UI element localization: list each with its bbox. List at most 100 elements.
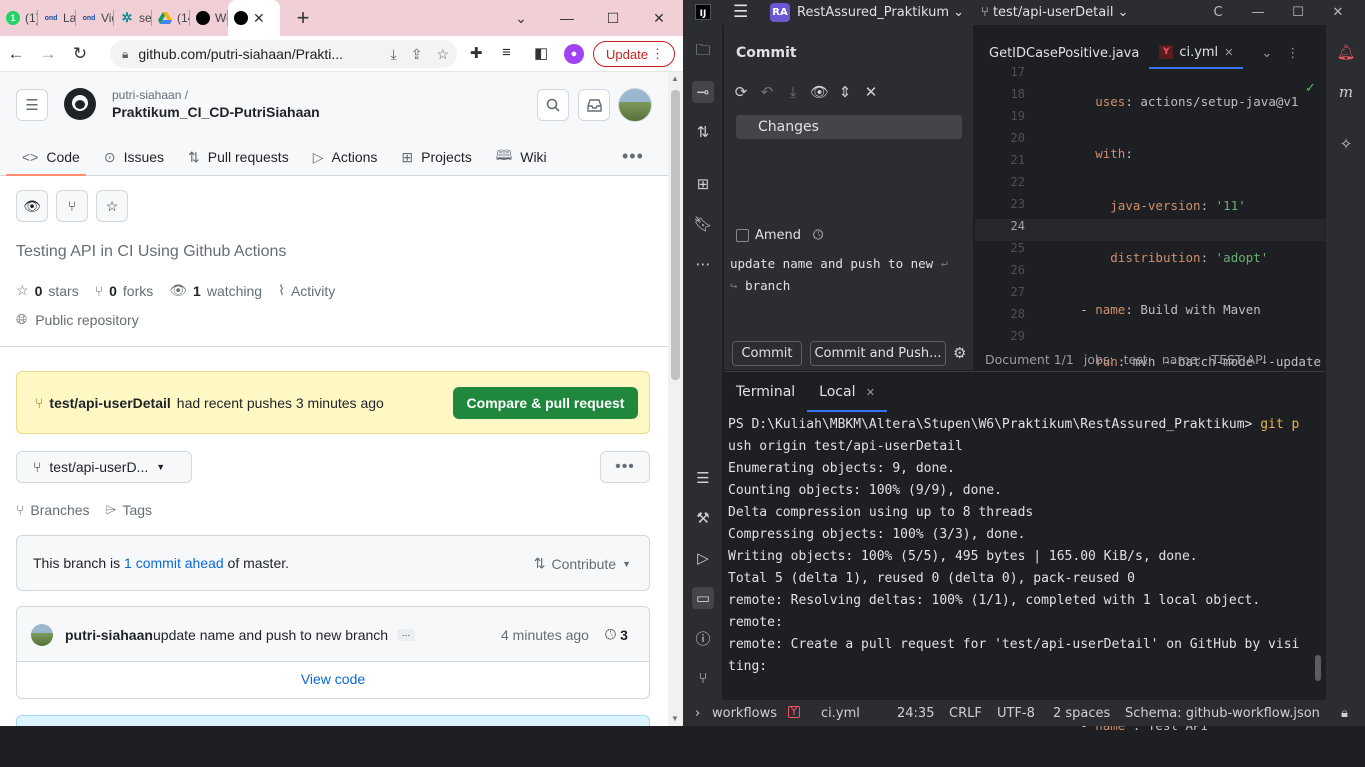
url-field[interactable]: 🔒︎ github.com/putri-siahaan/Prakti... ⤓ …: [110, 40, 457, 68]
share-icon[interactable]: ⇪: [411, 46, 423, 63]
file-encoding[interactable]: UTF-8: [997, 706, 1035, 721]
inbox-button[interactable]: [578, 89, 610, 121]
indent-setting[interactable]: 2 spaces: [1053, 706, 1110, 721]
install-icon[interactable]: ⤓: [391, 46, 397, 63]
tags-link[interactable]: ⌲ Tags: [106, 501, 153, 518]
profile-icon[interactable]: ●: [564, 44, 584, 64]
commit-ahead-link[interactable]: 1 commit ahead: [124, 555, 224, 571]
ai-assistant-icon[interactable]: ✧: [1335, 133, 1357, 155]
browser-tab-active[interactable]: ✕: [228, 0, 280, 36]
changes-node[interactable]: Changes: [736, 115, 962, 139]
browser-tab[interactable]: ond Vid: [76, 0, 114, 36]
user-avatar[interactable]: [618, 88, 652, 122]
main-menu-icon[interactable]: ☰: [733, 2, 748, 22]
bookmark-star-icon[interactable]: ☆: [436, 46, 449, 63]
compare-pull-request-button[interactable]: Compare & pull request: [453, 387, 638, 419]
structure-icon[interactable]: ⊞: [692, 173, 714, 195]
minimize-button[interactable]: —: [544, 10, 590, 26]
commit-message[interactable]: update name and push to new branch: [153, 627, 388, 643]
line-separator[interactable]: CRLF: [949, 706, 982, 721]
terminal-panel[interactable]: Terminal Local ✕ PS D:\Kuliah\MBKM\Alter…: [724, 371, 1325, 700]
browser-tab[interactable]: Wo: [190, 0, 228, 36]
editor-tab-active[interactable]: Y ci.yml ✕: [1149, 37, 1244, 69]
new-tab-button[interactable]: +: [288, 5, 318, 31]
media-icon[interactable]: ≡: [502, 44, 511, 61]
shelve-icon[interactable]: ⤓: [784, 83, 802, 101]
services-icon[interactable]: ▷: [692, 547, 714, 569]
forward-button[interactable]: →: [32, 44, 64, 64]
problems-icon[interactable]: ⓘ: [692, 627, 714, 649]
kebab-menu-icon[interactable]: ⋮: [1286, 46, 1299, 61]
view-code-link[interactable]: View code: [17, 671, 649, 687]
watch-button[interactable]: 👁︎: [16, 190, 48, 222]
expand-commit-button[interactable]: …: [397, 629, 415, 641]
tab-code[interactable]: <> Code: [0, 138, 92, 176]
project-folder-icon[interactable]: 🗀︎: [692, 41, 714, 63]
ide-close-button[interactable]: ✕: [1318, 0, 1358, 25]
search-button[interactable]: [537, 89, 569, 121]
branch-selector[interactable]: ⑂ test/api-userD... ▼: [16, 451, 192, 483]
json-schema[interactable]: Schema: github-workflow.json: [1125, 706, 1320, 721]
chevron-down-icon[interactable]: ⌄: [498, 10, 544, 27]
browser-tab[interactable]: ond Lat: [38, 0, 76, 36]
tab-issues[interactable]: ⊙ Issues: [92, 138, 176, 176]
build-hammer-icon[interactable]: ⚒: [692, 507, 714, 529]
github-logo-icon[interactable]: [64, 88, 96, 120]
extensions-icon[interactable]: ✚: [470, 44, 483, 62]
bookmarks-icon[interactable]: 🔖︎: [692, 213, 714, 235]
code-editor[interactable]: GetIDCasePositive.java Y ci.yml ✕ ⌄ ⋮ 17…: [975, 25, 1325, 733]
chevron-down-icon[interactable]: ⌄: [1261, 46, 1272, 61]
activity-link[interactable]: ⌇ Activity: [278, 282, 335, 299]
terminal-output[interactable]: PS D:\Kuliah\MBKM\Altera\Stupen\W6\Prakt…: [728, 414, 1318, 678]
sidepanel-icon[interactable]: ◧: [534, 44, 548, 62]
maximize-button[interactable]: ☐: [590, 10, 636, 27]
close-tab-icon[interactable]: ✕: [866, 386, 875, 399]
more-nav-button[interactable]: •••: [622, 146, 644, 167]
update-button[interactable]: Update ⋮: [593, 41, 675, 67]
tab-projects[interactable]: ⊞ Projects: [389, 138, 483, 176]
maven-icon[interactable]: m: [1335, 81, 1357, 103]
history-clock-icon[interactable]: 🕓︎: [813, 228, 823, 243]
git-icon[interactable]: ⑂: [692, 667, 714, 689]
branches-link[interactable]: ⑂ Branches: [16, 501, 90, 518]
close-tab-icon[interactable]: ✕: [1224, 46, 1233, 59]
refresh-icon[interactable]: ⟳: [732, 83, 750, 101]
commit-and-push-button[interactable]: Commit and Push...: [810, 341, 946, 366]
commit-message-input[interactable]: update name and push to new ↩ ↪ branch: [730, 253, 970, 297]
browser-tab[interactable]: 1 (1): [0, 0, 38, 36]
commit-author[interactable]: putri-siahaan: [65, 627, 153, 643]
watching-link[interactable]: 👁︎ 1 watching: [169, 282, 262, 299]
checkbox-icon[interactable]: [736, 229, 749, 242]
gear-icon[interactable]: ⚙: [953, 344, 966, 362]
commit-button[interactable]: Commit: [732, 341, 802, 366]
tab-local[interactable]: Local ✕: [807, 372, 888, 412]
ide-c-icon[interactable]: C: [1198, 0, 1238, 25]
rollback-icon[interactable]: ↶: [758, 83, 776, 101]
back-button[interactable]: ←: [0, 44, 32, 64]
repo-owner[interactable]: putri-siahaan /: [112, 88, 188, 102]
lock-icon[interactable]: 🔒︎: [1341, 706, 1348, 721]
intellij-logo-icon[interactable]: IJ: [695, 4, 711, 20]
forks-link[interactable]: ⑂ 0 forks: [95, 283, 154, 299]
amend-checkbox[interactable]: Amend 🕓︎: [736, 228, 823, 243]
contribute-dropdown[interactable]: ⇅ Contribute ▼: [534, 555, 631, 572]
scroll-up-icon[interactable]: ▲: [671, 74, 679, 83]
scroll-down-icon[interactable]: ▼: [671, 714, 679, 723]
ide-minimize-button[interactable]: —: [1238, 0, 1278, 25]
status-path-file[interactable]: ci.yml: [821, 706, 860, 721]
page-scrollbar[interactable]: ▲ ▼: [668, 72, 683, 726]
browser-tab[interactable]: (14: [152, 0, 190, 36]
commit-history-link[interactable]: 🕓︎ 3: [605, 626, 628, 643]
more-tools-icon[interactable]: ⋯: [692, 253, 714, 275]
project-name[interactable]: RestAssured_Praktikum ⌄: [797, 5, 964, 20]
hamburger-menu-button[interactable]: ☰: [16, 89, 48, 121]
pull-requests-icon[interactable]: ⇅: [692, 121, 714, 143]
tab-wiki[interactable]: 🕮︎ Wiki: [484, 138, 559, 176]
tab-pull-requests[interactable]: ⇅ Pull requests: [176, 138, 301, 176]
terminal-scrollbar[interactable]: [1315, 655, 1321, 681]
ide-maximize-button[interactable]: ☐: [1278, 0, 1318, 25]
browser-tab[interactable]: ✲ sea: [114, 0, 152, 36]
tab-actions[interactable]: ▷ Actions: [301, 138, 390, 176]
scroll-thumb[interactable]: [671, 90, 680, 380]
caret-position[interactable]: 24:35: [897, 706, 934, 721]
